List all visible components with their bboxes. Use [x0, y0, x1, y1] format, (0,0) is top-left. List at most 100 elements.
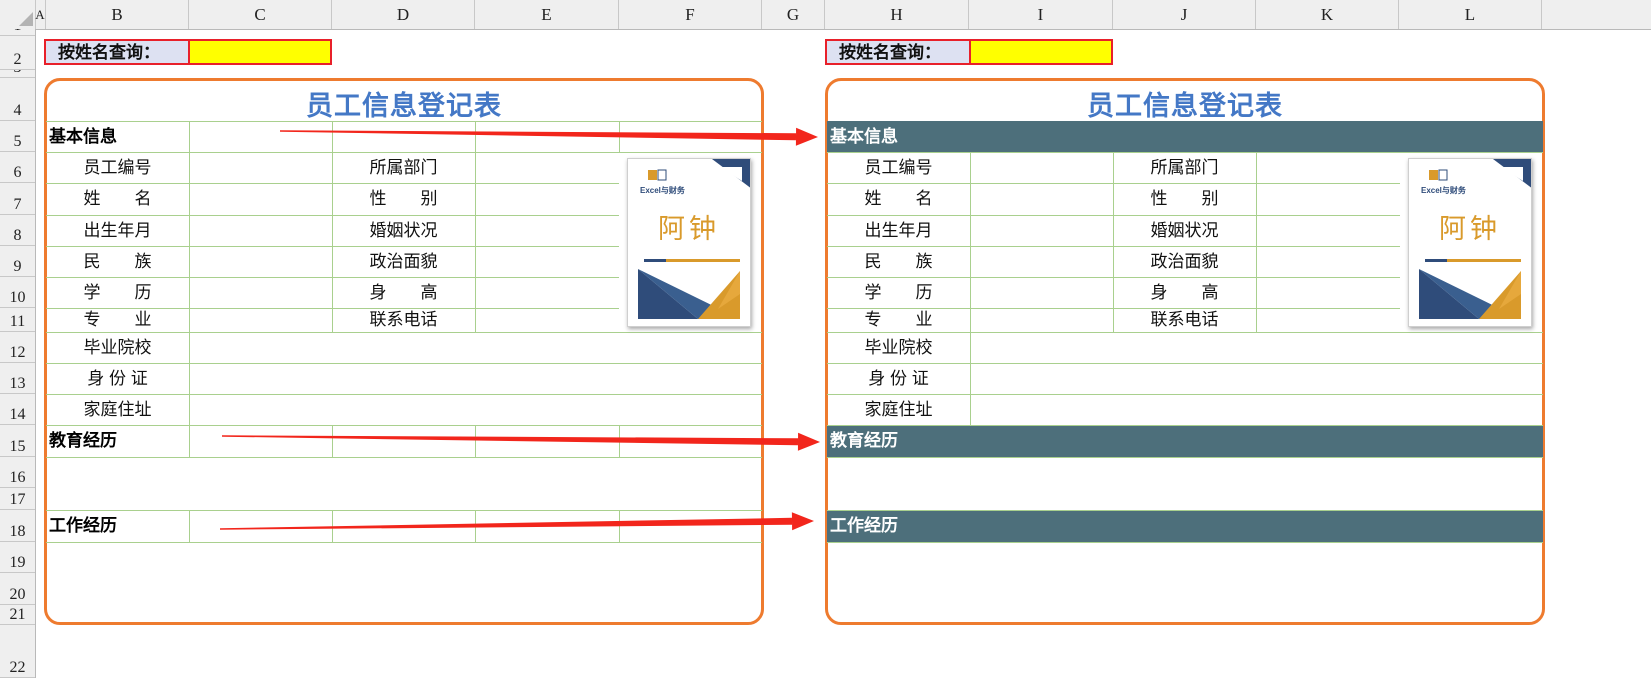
column-header-g[interactable]: G [762, 0, 825, 29]
row-number: 19 [9, 554, 26, 571]
left-gridline [475, 121, 476, 332]
right-label-right-1: 所属部门 [1150, 158, 1219, 177]
row-header-21[interactable]: 21 [0, 605, 35, 625]
row-header-19[interactable]: 19 [0, 542, 35, 573]
row-header-5[interactable]: 5 [0, 121, 35, 152]
row-number: 10 [9, 289, 26, 306]
right-section-work: 工作经历 [830, 516, 898, 535]
row-header-22[interactable]: 22 [0, 625, 35, 678]
right-section-education: 教育经历 [830, 431, 898, 450]
right-label-left-9: 家庭住址 [864, 400, 933, 419]
row-header-17[interactable]: 17 [0, 488, 35, 510]
right-label-left-4: 民 族 [864, 252, 933, 271]
right-employee-photo: Excel与财务阿钟 [1408, 158, 1532, 327]
right-photo-logo-text: Excel与财务 [1421, 186, 1466, 195]
column-header-l[interactable]: L [1399, 0, 1542, 29]
row-header-18[interactable]: 18 [0, 510, 35, 542]
row-number: 16 [9, 469, 26, 486]
row-number: 11 [9, 313, 26, 330]
left-label-left-8: 身 份 证 [87, 369, 148, 388]
right-label-left-8: 身 份 证 [868, 369, 929, 388]
row-header-11[interactable]: 11 [0, 308, 35, 332]
row-header-13[interactable]: 13 [0, 363, 35, 394]
left-label-right-3: 婚姻状况 [369, 221, 438, 240]
row-header-6[interactable]: 6 [0, 152, 35, 183]
left-label-right-6: 联系电话 [369, 310, 438, 329]
right-gridline [827, 425, 1543, 426]
row-header-9[interactable]: 9 [0, 246, 35, 277]
row-header-15[interactable]: 15 [0, 425, 35, 457]
row-header-16[interactable]: 16 [0, 457, 35, 488]
column-header-a[interactable]: A [35, 0, 46, 29]
left-gridline [475, 425, 476, 457]
select-all-corner[interactable] [0, 0, 36, 29]
left-label-left-1: 员工编号 [83, 158, 152, 177]
left-gridline [619, 121, 620, 152]
select-all-triangle-icon [19, 12, 33, 26]
left-query-input[interactable] [188, 39, 332, 65]
column-header-j[interactable]: J [1113, 0, 1256, 29]
row-header-3[interactable]: 3 [0, 70, 35, 78]
right-query-input[interactable] [969, 39, 1113, 65]
column-header-i[interactable]: I [969, 0, 1113, 29]
right-section-education-bar: 教育经历 [827, 425, 1543, 457]
row-header-14[interactable]: 14 [0, 394, 35, 425]
right-label-left-1: 员工编号 [864, 158, 933, 177]
right-label-right-6: 联系电话 [1150, 310, 1219, 329]
left-label-left-3: 出生年月 [83, 221, 152, 240]
column-header-h[interactable]: H [825, 0, 969, 29]
left-label-right-4: 政治面貌 [369, 252, 438, 271]
row-number: 3 [0, 70, 35, 76]
row-number: 17 [9, 491, 26, 508]
row-number: 14 [9, 406, 26, 423]
row-header-8[interactable]: 8 [0, 215, 35, 246]
column-header-k[interactable]: K [1256, 0, 1399, 29]
row-number: 21 [9, 606, 26, 623]
column-header-b[interactable]: B [46, 0, 189, 29]
left-label-right-2: 性 别 [369, 189, 438, 208]
right-query-label: 按姓名查询： [825, 39, 970, 65]
column-header-c[interactable]: C [189, 0, 332, 29]
left-gridline [189, 121, 190, 425]
left-label-right-5: 身 高 [369, 283, 438, 302]
right-photo-name: 阿钟 [1439, 214, 1501, 244]
row-number: 7 [13, 196, 22, 213]
row-number: 22 [9, 659, 26, 676]
left-gridline [332, 425, 333, 457]
row-header-7[interactable]: 7 [0, 183, 35, 215]
left-gridline [332, 510, 333, 542]
right-section-work-bar: 工作经历 [827, 510, 1543, 542]
left-gridline [46, 542, 762, 543]
column-header-d[interactable]: D [332, 0, 475, 29]
left-gridline [46, 457, 762, 458]
row-header-10[interactable]: 10 [0, 277, 35, 308]
right-label-left-2: 姓 名 [864, 189, 933, 208]
right-label-left-3: 出生年月 [864, 221, 933, 240]
left-query-label: 按姓名查询： [44, 39, 189, 65]
row-header-2[interactable]: 2 [0, 36, 35, 70]
right-section-basic-info: 基本信息 [830, 127, 898, 146]
row-header-20[interactable]: 20 [0, 573, 35, 605]
right-gridline [1256, 152, 1257, 332]
left-label-left-5: 学 历 [83, 283, 152, 302]
right-form-title: 员工信息登记表 [1087, 91, 1283, 121]
left-label-left-7: 毕业院校 [83, 338, 152, 357]
row-number: 8 [13, 227, 22, 244]
right-gridline [827, 510, 1543, 511]
row-number: 6 [13, 164, 22, 181]
left-section-basic-info: 基本信息 [49, 127, 117, 146]
right-label-left-6: 专 业 [864, 310, 933, 329]
row-header-1[interactable]: 1 [0, 29, 35, 36]
row-number: 20 [9, 586, 26, 603]
right-label-left-7: 毕业院校 [864, 338, 933, 357]
column-header-bar: ABCDEFGHIJKL [0, 0, 1651, 30]
left-label-left-9: 家庭住址 [83, 400, 152, 419]
left-photo-logo-text: Excel与财务 [640, 186, 685, 195]
left-section-work: 工作经历 [49, 516, 117, 535]
right-label-right-4: 政治面貌 [1150, 252, 1219, 271]
column-header-f[interactable]: F [619, 0, 762, 29]
row-header-4[interactable]: 4 [0, 78, 35, 121]
column-header-e[interactable]: E [475, 0, 619, 29]
left-label-left-2: 姓 名 [83, 189, 152, 208]
row-header-12[interactable]: 12 [0, 332, 35, 363]
